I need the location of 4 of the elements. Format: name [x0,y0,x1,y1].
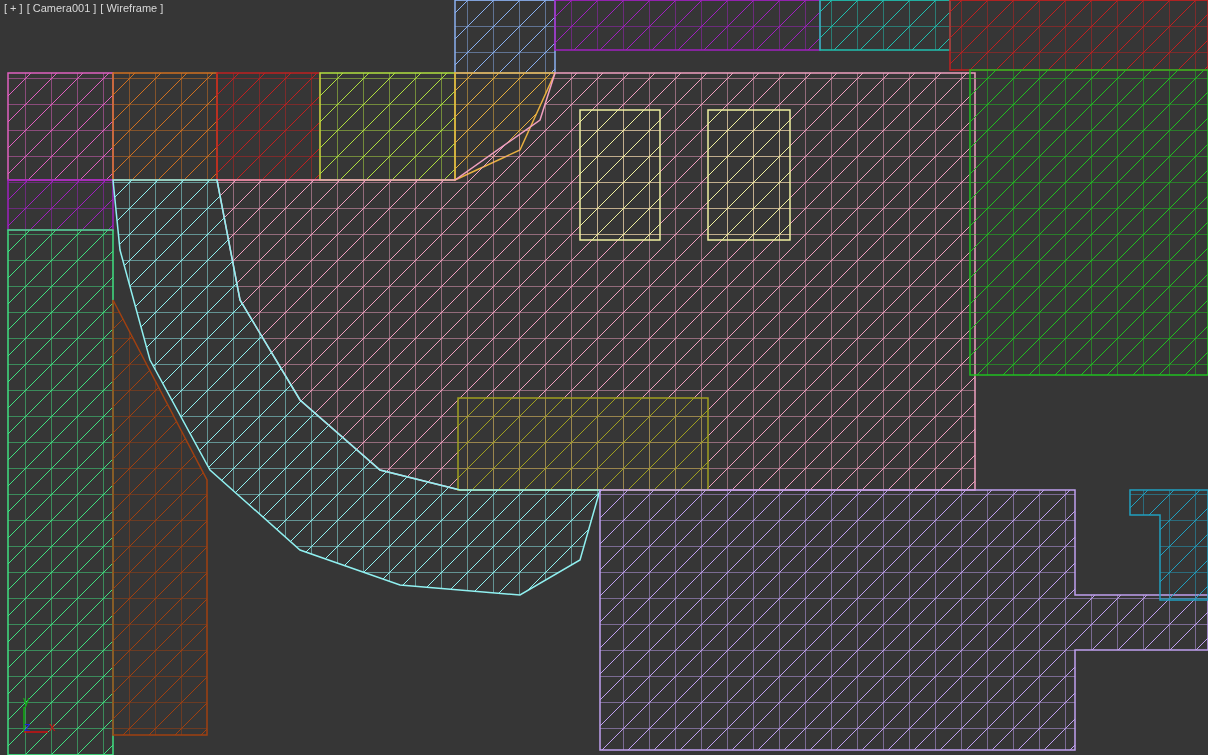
viewport-menu-label[interactable]: [ + ] [4,1,23,15]
viewport-menu-label[interactable]: [ Camera001 ] [26,1,97,15]
viewport-menu-label[interactable]: [ Wireframe ] [100,1,164,15]
axis-label: z [24,720,31,734]
